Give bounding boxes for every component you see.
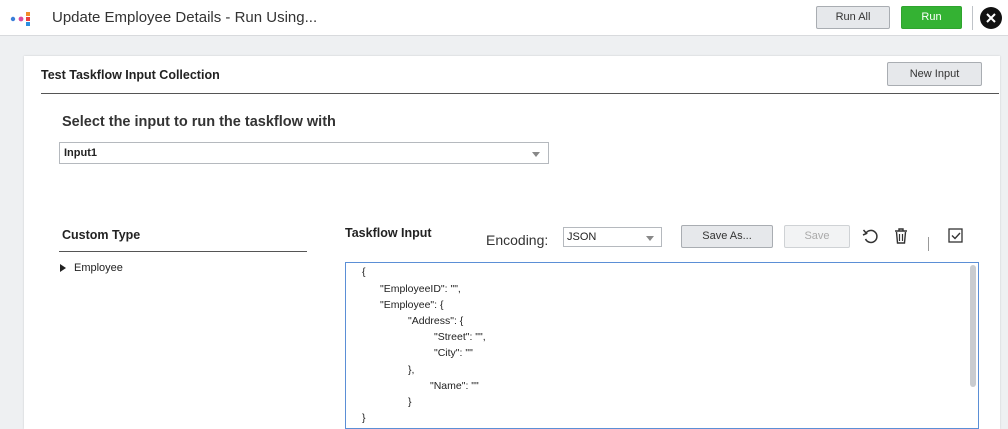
editor-line: "Name": "" <box>430 380 479 392</box>
taskflow-input-heading: Taskflow Input <box>345 226 432 240</box>
editor-line: } <box>362 412 366 424</box>
toolbar-divider <box>928 237 929 251</box>
toolbar-divider <box>972 6 973 30</box>
run-all-button[interactable]: Run All <box>816 6 890 29</box>
json-editor[interactable]: { "EmployeeID": "", "Employee": { "Addre… <box>345 262 979 429</box>
tree-item-label: Employee <box>74 262 123 274</box>
chevron-down-icon <box>646 236 654 241</box>
checkbox-icon[interactable] <box>947 227 965 245</box>
editor-line: { <box>362 266 366 278</box>
run-button[interactable]: Run <box>901 6 962 29</box>
editor-scrollbar[interactable] <box>970 265 976 387</box>
editor-line: } <box>408 396 412 408</box>
select-input-label: Select the input to run the taskflow wit… <box>62 114 336 130</box>
chevron-down-icon <box>532 152 540 157</box>
editor-line: "Address": { <box>408 315 464 327</box>
encoding-select[interactable]: JSON <box>563 227 662 247</box>
encoding-select-value: JSON <box>567 231 597 243</box>
editor-line: }, <box>408 364 415 376</box>
input-select[interactable]: Input1 <box>59 142 549 164</box>
close-icon[interactable] <box>980 7 1002 29</box>
custom-type-divider <box>59 251 307 252</box>
editor-line: "City": "" <box>434 347 473 359</box>
undo-icon[interactable] <box>862 227 878 245</box>
tree-item-employee[interactable]: Employee <box>60 262 123 274</box>
test-input-panel: Test Taskflow Input Collection New Input… <box>24 56 1000 429</box>
trash-icon[interactable] <box>893 227 909 245</box>
save-button[interactable]: Save <box>784 225 850 248</box>
expand-arrow-icon[interactable] <box>60 264 66 272</box>
top-bar: Update Employee Details - Run Using... R… <box>0 0 1008 36</box>
panel-title: Test Taskflow Input Collection <box>41 68 220 82</box>
new-input-button[interactable]: New Input <box>887 62 982 86</box>
custom-type-heading: Custom Type <box>62 228 141 242</box>
encoding-label: Encoding: <box>486 232 549 248</box>
input-select-value: Input1 <box>64 147 97 159</box>
panel-divider <box>41 93 999 94</box>
app-title: Update Employee Details - Run Using... <box>52 9 318 26</box>
save-as-button[interactable]: Save As... <box>681 225 773 248</box>
editor-line: "EmployeeID": "", <box>380 283 461 295</box>
editor-line: "Employee": { <box>380 299 444 311</box>
logo-icon <box>10 12 30 26</box>
editor-line: "Street": "", <box>434 331 486 343</box>
